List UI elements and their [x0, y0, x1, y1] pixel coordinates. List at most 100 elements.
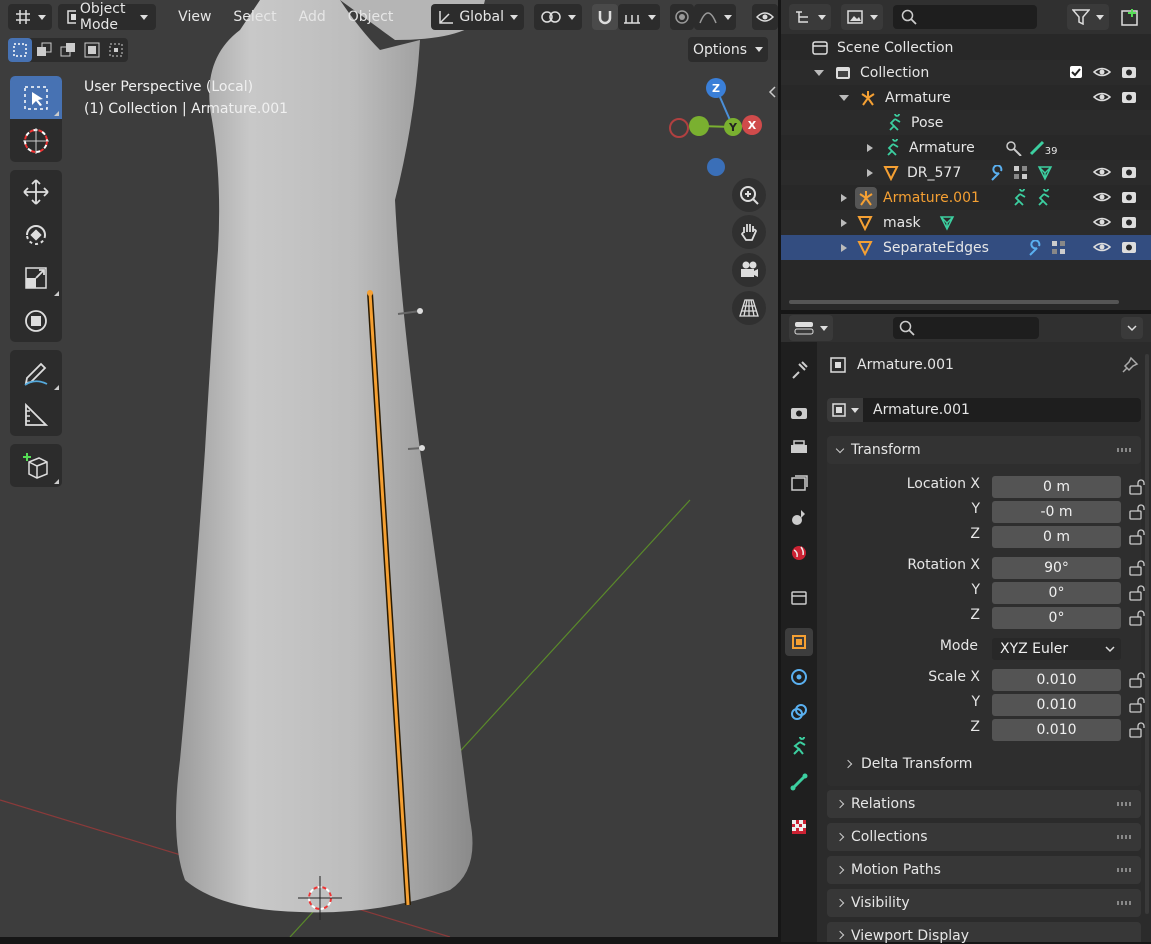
tab-world[interactable] — [785, 539, 813, 567]
rotation-z-field[interactable]: 0° — [992, 607, 1121, 629]
visibility-dropdown[interactable] — [752, 4, 778, 30]
location-x-field[interactable]: 0 m — [992, 476, 1121, 498]
properties-editor-type[interactable] — [789, 315, 833, 341]
outliner-row-dr577[interactable]: DR_577 — [781, 160, 1151, 185]
properties-options-dropdown[interactable] — [1121, 317, 1143, 339]
display-mode-dropdown[interactable] — [841, 4, 883, 30]
eye-icon[interactable] — [1093, 65, 1111, 79]
tab-texture[interactable] — [785, 813, 813, 841]
tab-view-layer[interactable] — [785, 469, 813, 497]
sidebar-toggle-icon[interactable] — [768, 86, 776, 98]
properties-search-input[interactable] — [893, 317, 1039, 339]
options-dropdown[interactable]: Options — [688, 37, 768, 62]
tab-object[interactable] — [785, 628, 813, 656]
select-extend-button[interactable] — [32, 38, 56, 62]
delta-transform-subpanel[interactable]: Delta Transform — [843, 756, 972, 772]
location-y-field[interactable]: -0 m — [992, 501, 1121, 523]
select-subtract-button[interactable] — [56, 38, 80, 62]
outliner-editor-type[interactable] — [789, 4, 831, 30]
object-browse-button[interactable] — [827, 398, 863, 422]
camera-render-icon[interactable] — [1121, 90, 1137, 104]
snap-target-dropdown[interactable] — [618, 4, 660, 30]
tab-scene[interactable] — [785, 504, 813, 532]
outliner-scrollbar[interactable] — [789, 300, 1119, 304]
camera-render-icon[interactable] — [1121, 240, 1137, 254]
outliner-row-pose[interactable]: Pose — [781, 110, 1151, 135]
collections-panel-header[interactable]: Collections — [827, 823, 1141, 851]
orientation-dropdown[interactable]: Global — [431, 4, 524, 30]
tab-object-data[interactable] — [785, 733, 813, 761]
transform-panel-header[interactable]: Transform — [827, 436, 1141, 464]
rotation-x-field[interactable]: 90° — [992, 557, 1121, 579]
outliner-row-collection[interactable]: Collection — [781, 60, 1151, 85]
eye-icon[interactable] — [1093, 190, 1111, 204]
motion-paths-panel-header[interactable]: Motion Paths — [827, 856, 1141, 884]
add-menu[interactable]: Add — [291, 4, 334, 30]
outliner-row-armature-001[interactable]: Armature.001 — [781, 185, 1151, 210]
expand-icon[interactable] — [839, 94, 849, 101]
tool-annotate[interactable] — [10, 350, 62, 393]
mode-dropdown[interactable]: Object Mode — [58, 1, 157, 33]
tab-collection[interactable] — [785, 584, 813, 612]
pivot-dropdown[interactable] — [534, 4, 582, 30]
navigation-gizmo[interactable]: Z Y X — [664, 74, 774, 184]
snap-toggle[interactable] — [592, 4, 618, 30]
falloff-dropdown[interactable] — [694, 4, 736, 30]
eye-icon[interactable] — [1093, 90, 1111, 104]
new-collection-button[interactable] — [1119, 6, 1141, 28]
select-invert-button[interactable] — [80, 38, 104, 62]
camera-render-icon[interactable] — [1121, 215, 1137, 229]
outliner-row-scene-collection[interactable]: Scene Collection — [781, 35, 1151, 60]
object-name-field[interactable]: Armature.001 — [873, 402, 970, 418]
expand-icon[interactable] — [841, 193, 847, 202]
tab-bone[interactable] — [785, 768, 813, 796]
proportional-edit-toggle[interactable] — [670, 4, 694, 30]
camera-render-icon[interactable] — [1121, 165, 1137, 179]
tool-measure[interactable] — [10, 393, 62, 436]
relations-panel-header[interactable]: Relations — [827, 790, 1141, 818]
scale-x-field[interactable]: 0.010 — [992, 669, 1121, 691]
scene-canvas[interactable] — [0, 0, 778, 937]
object-menu[interactable]: Object — [340, 4, 402, 30]
tab-constraints[interactable] — [785, 698, 813, 726]
zoom-button[interactable] — [732, 178, 766, 212]
tool-scale[interactable] — [10, 256, 62, 299]
expand-icon[interactable] — [814, 69, 824, 76]
tool-move[interactable] — [10, 170, 62, 213]
camera-render-icon[interactable] — [1121, 190, 1137, 204]
pin-icon[interactable] — [1121, 356, 1139, 374]
rotation-mode-dropdown[interactable]: XYZ Euler — [992, 638, 1121, 660]
select-menu[interactable]: Select — [225, 4, 284, 30]
expand-icon[interactable] — [841, 218, 847, 227]
properties-scrollbar[interactable] — [1145, 354, 1149, 914]
checkbox-icon[interactable] — [1069, 65, 1083, 79]
tab-render[interactable] — [785, 398, 813, 426]
location-z-field[interactable]: 0 m — [992, 526, 1121, 548]
select-intersect-button[interactable] — [104, 38, 128, 62]
pan-button[interactable] — [732, 215, 766, 249]
camera-view-button[interactable] — [732, 253, 766, 287]
tool-transform[interactable] — [10, 299, 62, 342]
ortho-toggle-button[interactable] — [732, 291, 766, 325]
tab-output[interactable] — [785, 434, 813, 462]
eye-icon[interactable] — [1093, 215, 1111, 229]
tool-add-cube[interactable] — [10, 444, 62, 487]
editor-type-button[interactable] — [8, 4, 52, 30]
expand-icon[interactable] — [867, 143, 873, 152]
scale-y-field[interactable]: 0.010 — [992, 694, 1121, 716]
tab-tool[interactable] — [785, 356, 813, 384]
scale-z-field[interactable]: 0.010 — [992, 719, 1121, 741]
3d-viewport[interactable]: Object Mode View Select Add Object Globa… — [0, 0, 778, 937]
tool-select-box[interactable] — [10, 76, 62, 119]
outliner-row-armature-data[interactable]: Armature 39 — [781, 135, 1151, 160]
select-new-button[interactable] — [8, 38, 32, 62]
tab-physics[interactable] — [785, 663, 813, 691]
viewport-display-panel-header[interactable]: Viewport Display — [827, 922, 1141, 944]
tool-rotate[interactable] — [10, 213, 62, 256]
outliner-row-separate-edges[interactable]: SeparateEdges — [781, 235, 1151, 260]
view-menu[interactable]: View — [170, 4, 219, 30]
expand-icon[interactable] — [867, 168, 873, 177]
visibility-panel-header[interactable]: Visibility — [827, 889, 1141, 917]
outliner-row-armature[interactable]: Armature — [781, 85, 1151, 110]
outliner-row-mask[interactable]: mask — [781, 210, 1151, 235]
